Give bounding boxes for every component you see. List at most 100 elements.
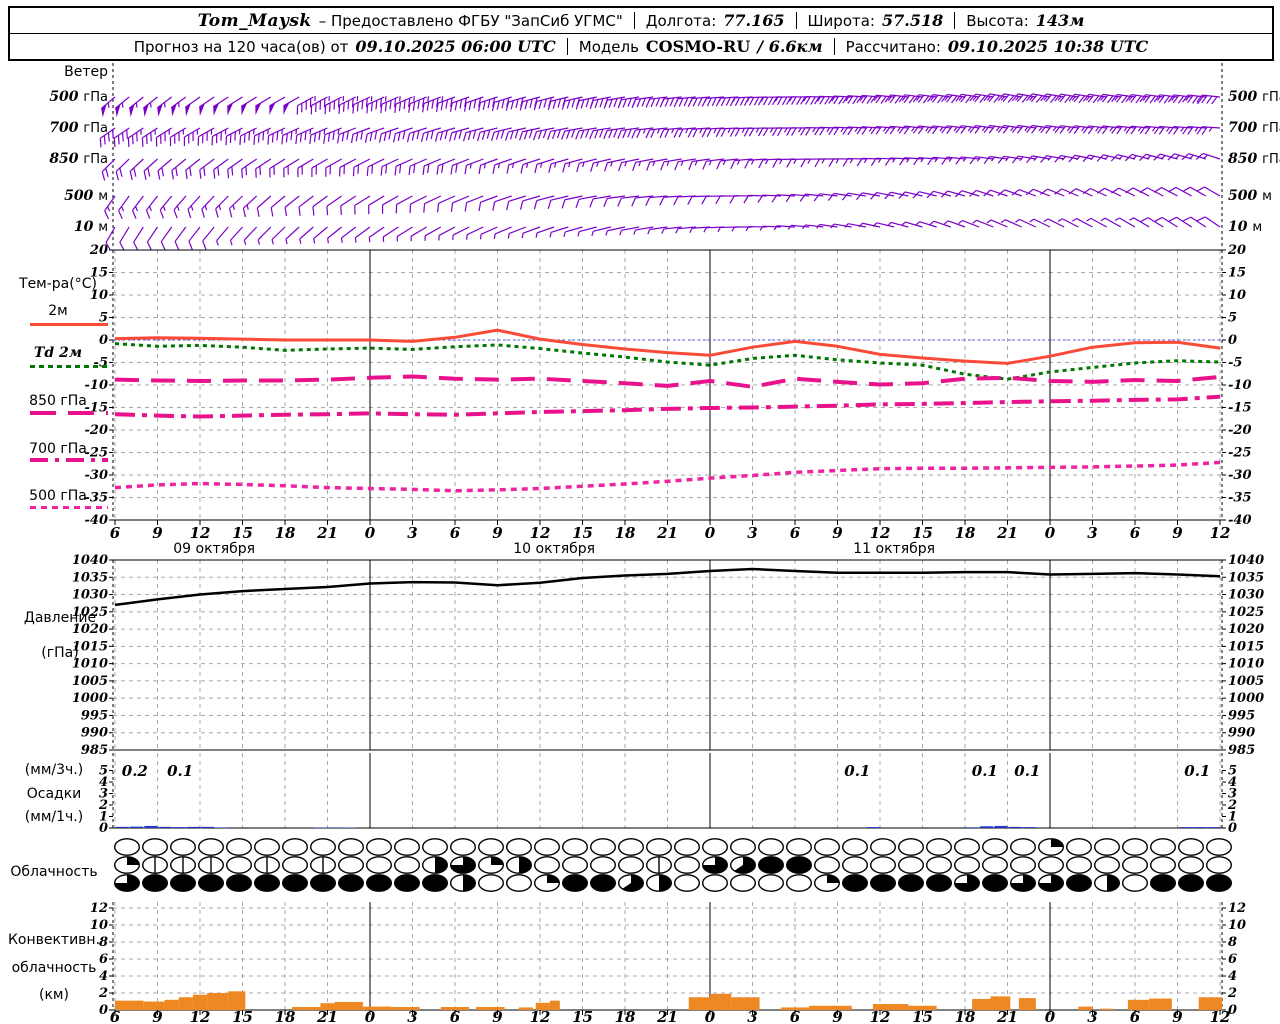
svg-text:1000: 1000	[72, 691, 108, 706]
svg-text:1005: 1005	[72, 674, 108, 689]
svg-text:15: 15	[232, 524, 253, 542]
svg-text:15: 15	[572, 524, 593, 542]
legend-line-t2m	[30, 323, 108, 326]
cloud-panel-title: Облачность	[10, 864, 98, 880]
legend-label-t700: 700 гПа	[29, 441, 87, 457]
svg-text:-40: -40	[85, 513, 109, 528]
precip-units-3h: (мм/3ч.)	[24, 762, 84, 778]
svg-text:10: 10	[90, 918, 108, 933]
svg-text:1010: 1010	[1228, 657, 1264, 672]
svg-text:-35: -35	[1228, 491, 1252, 506]
svg-text:11 октября: 11 октября	[853, 541, 935, 557]
svg-text:-25: -25	[1228, 446, 1252, 461]
svg-text:-20: -20	[1228, 423, 1252, 438]
svg-text:6: 6	[790, 524, 801, 542]
svg-text:1035: 1035	[72, 570, 108, 585]
legend-label-t2m: 2м	[48, 303, 68, 319]
svg-text:10 м: 10 м	[1228, 219, 1262, 235]
svg-text:-30: -30	[1228, 468, 1252, 483]
pressure-panel-title: Давление	[23, 610, 97, 626]
svg-text:1040: 1040	[72, 553, 108, 568]
svg-text:9: 9	[832, 524, 843, 542]
svg-text:0: 0	[1045, 524, 1056, 542]
svg-text:1035: 1035	[1228, 570, 1264, 585]
svg-text:995: 995	[81, 708, 108, 723]
svg-text:500 м: 500 м	[1228, 188, 1272, 204]
svg-text:21: 21	[656, 524, 678, 542]
svg-text:6: 6	[450, 524, 461, 542]
svg-text:3: 3	[407, 524, 417, 542]
svg-text:700 гПа: 700 гПа	[1228, 120, 1280, 136]
svg-text:12: 12	[1228, 901, 1246, 916]
svg-text:2: 2	[1227, 986, 1237, 1001]
meteogram-page: Tom_Maysk – Предоставлено ФГБУ "ЗапСиб У…	[0, 0, 1280, 1024]
svg-text:-30: -30	[85, 468, 109, 483]
svg-text:10: 10	[1228, 288, 1246, 303]
temp-panel-title: Тем-ра(°C)	[19, 276, 97, 292]
svg-text:-5: -5	[1228, 356, 1242, 371]
svg-text:1005: 1005	[1228, 674, 1264, 689]
svg-text:0.1: 0.1	[972, 762, 998, 780]
meteogram-chart: 500 гПа 500 гПа 700 гПа 700 гПа 850 гПа 850 г…	[49, 63, 1280, 1024]
svg-text:0.1: 0.1	[167, 762, 193, 780]
svg-text:850 гПа: 850 гПа	[49, 151, 108, 167]
legend-line-td2m	[30, 365, 108, 368]
svg-text:10 м: 10 м	[74, 219, 108, 235]
legend-line-t700	[30, 458, 108, 462]
svg-text:10 октября: 10 октября	[513, 541, 595, 557]
svg-text:1030: 1030	[1228, 588, 1264, 603]
svg-text:12: 12	[190, 524, 211, 542]
svg-text:12: 12	[90, 901, 108, 916]
svg-text:500 гПа: 500 гПа	[49, 89, 108, 105]
svg-text:1015: 1015	[1228, 639, 1264, 654]
precip-units-1h: (мм/1ч.)	[24, 809, 84, 825]
conv-panel-title-2: облачность	[11, 960, 97, 976]
svg-text:-20: -20	[85, 423, 109, 438]
svg-text:1000: 1000	[1228, 691, 1264, 706]
svg-text:20: 20	[1227, 243, 1246, 258]
svg-text:985: 985	[81, 743, 108, 758]
svg-text:995: 995	[1228, 708, 1255, 723]
svg-text:09 октября: 09 октября	[173, 541, 255, 557]
svg-text:700 гПа: 700 гПа	[49, 120, 108, 136]
svg-text:0: 0	[1228, 333, 1237, 348]
svg-text:9: 9	[152, 524, 163, 542]
svg-text:6: 6	[1228, 952, 1237, 967]
svg-text:1025: 1025	[1228, 605, 1264, 620]
svg-text:8: 8	[1228, 935, 1237, 950]
svg-text:12: 12	[1210, 524, 1231, 542]
svg-text:0: 0	[365, 524, 376, 542]
svg-text:3: 3	[747, 524, 757, 542]
legend-label-td2m: Td 2м	[33, 345, 83, 361]
svg-text:0: 0	[99, 1003, 108, 1018]
svg-text:-40: -40	[1228, 513, 1252, 528]
svg-text:990: 990	[81, 726, 108, 741]
svg-text:-10: -10	[1228, 378, 1252, 393]
legend-label-t850: 850 гПа	[29, 393, 87, 409]
svg-text:6: 6	[110, 524, 121, 542]
svg-text:18: 18	[615, 524, 636, 542]
svg-text:18: 18	[275, 524, 296, 542]
svg-text:18: 18	[955, 524, 976, 542]
wind-panel-title: Ветер	[64, 64, 108, 80]
svg-text:21: 21	[996, 524, 1018, 542]
legend-line-t500	[30, 506, 108, 509]
svg-text:500 м: 500 м	[64, 188, 108, 204]
svg-text:15: 15	[912, 524, 933, 542]
svg-text:9: 9	[492, 524, 503, 542]
svg-text:985: 985	[1228, 743, 1255, 758]
svg-text:21: 21	[316, 524, 338, 542]
svg-text:12: 12	[530, 524, 551, 542]
conv-panel-title-3: (км)	[39, 987, 69, 1003]
svg-text:5: 5	[1228, 311, 1237, 326]
svg-text:1030: 1030	[72, 588, 108, 603]
svg-text:9: 9	[1172, 524, 1183, 542]
svg-text:500 гПа: 500 гПа	[1228, 89, 1280, 105]
legend-line-t850	[30, 411, 108, 415]
svg-text:12: 12	[870, 524, 891, 542]
svg-text:0: 0	[1228, 821, 1237, 836]
svg-text:10: 10	[1228, 918, 1246, 933]
svg-text:1020: 1020	[1228, 622, 1264, 637]
svg-text:15: 15	[1228, 266, 1246, 281]
pressure-panel-units: (гПа)	[41, 645, 79, 661]
